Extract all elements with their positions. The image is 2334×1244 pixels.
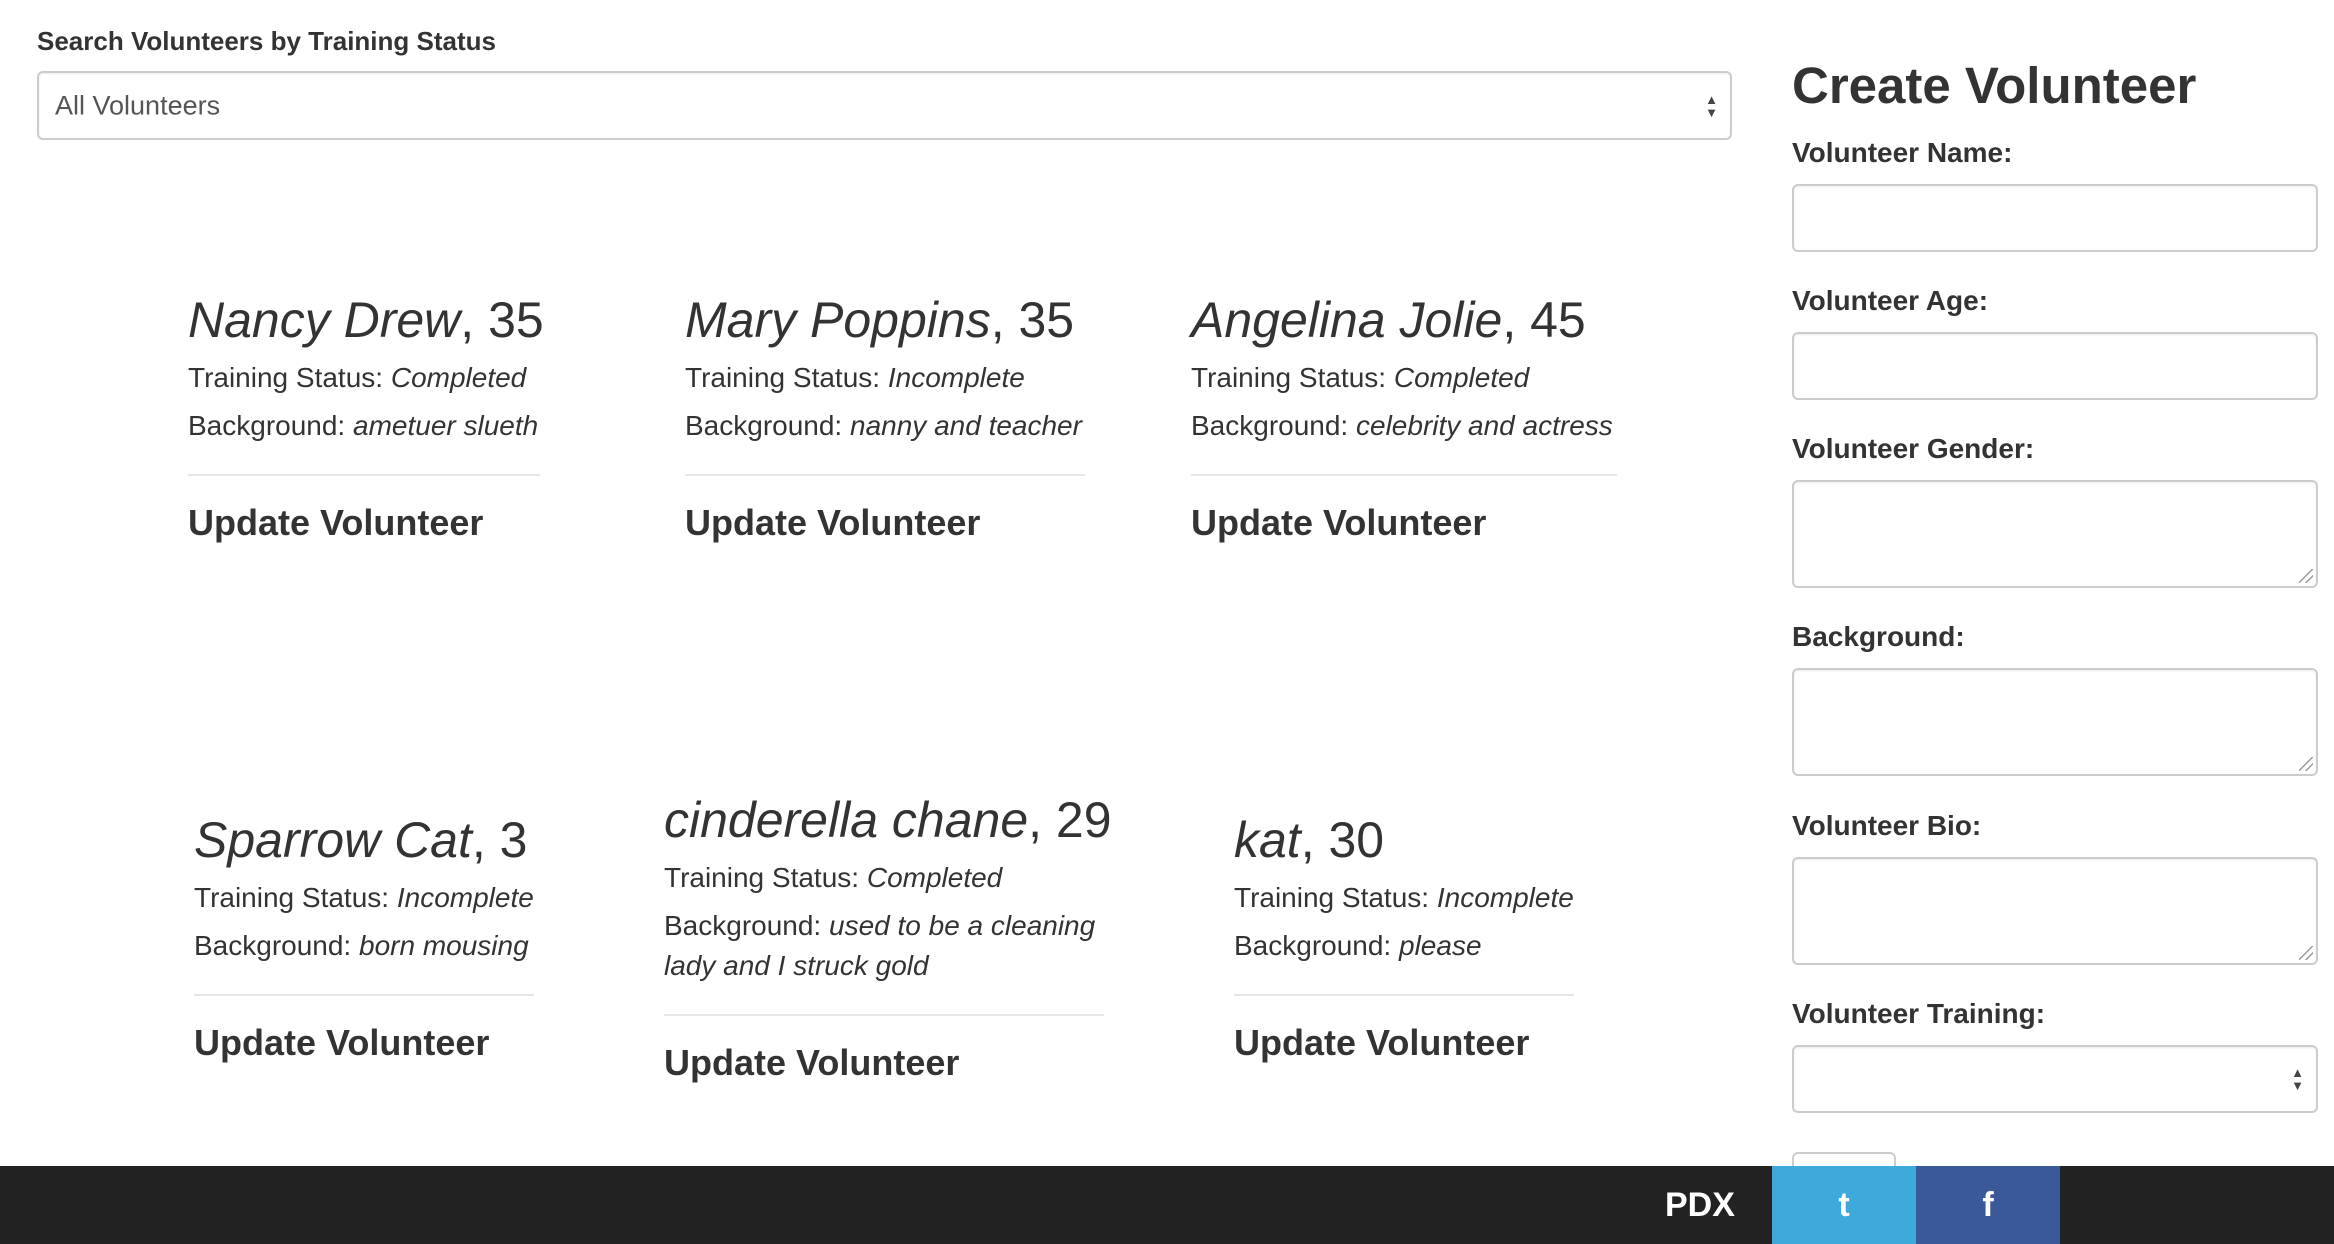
volunteer-age: , 30 — [1300, 812, 1385, 868]
volunteer-card: Angelina Jolie, 45 Training Status: Comp… — [1191, 290, 1617, 544]
background-value: born mousing — [359, 930, 529, 961]
card-divider — [664, 1014, 1104, 1016]
volunteer-card: Sparrow Cat, 3 Training Status: Incomple… — [194, 810, 534, 1064]
training-status-label: Training Status: — [188, 362, 384, 393]
training-status: Training Status: Completed — [188, 358, 540, 398]
training-status: Training Status: Incomplete — [685, 358, 1085, 398]
volunteer-card: Mary Poppins, 35 Training Status: Incomp… — [685, 290, 1085, 544]
background-value: please — [1399, 930, 1482, 961]
resize-handle-icon[interactable] — [2299, 757, 2313, 771]
volunteer-age: , 45 — [1502, 292, 1586, 348]
training-status-value: Completed — [866, 862, 1003, 893]
background: Background: nanny and teacher — [685, 406, 1085, 446]
volunteer-bio-label: Volunteer Bio: — [1792, 810, 1982, 841]
volunteer-age-input[interactable] — [1792, 332, 2318, 400]
volunteer-name-label: Volunteer Name: — [1792, 137, 2013, 168]
select-arrows-icon: ▲ ▼ — [1705, 91, 1718, 120]
background: Background: used to be a cleaning lady a… — [664, 906, 1104, 986]
background-value: nanny and teacher — [850, 410, 1082, 441]
background-label: Background: — [685, 410, 843, 441]
volunteer-bio-textarea[interactable] — [1792, 857, 2318, 965]
training-status: Training Status: Completed — [1191, 358, 1617, 398]
training-status-select[interactable]: All Volunteers ▲ ▼ — [37, 71, 1732, 140]
facebook-icon[interactable]: f — [1916, 1166, 2060, 1244]
volunteer-name-text: Angelina Jolie — [1191, 292, 1503, 348]
volunteer-card: Nancy Drew, 35 Training Status: Complete… — [188, 290, 544, 544]
volunteer-name-text: Mary Poppins — [685, 292, 991, 348]
volunteer-age-label: Volunteer Age: — [1792, 285, 1989, 316]
training-status-label: Training Status: — [1191, 362, 1387, 393]
volunteer-name: Nancy Drew, 35 — [188, 290, 544, 350]
update-volunteer-button[interactable]: Update Volunteer — [194, 1022, 534, 1064]
card-divider — [1234, 994, 1574, 996]
background-label: Background: — [1234, 930, 1392, 961]
training-status-label: Training Status: — [664, 862, 860, 893]
background-label: Background: — [194, 930, 352, 961]
volunteer-name: kat, 30 — [1234, 810, 1574, 870]
card-divider — [1191, 474, 1617, 476]
volunteer-training-select[interactable]: ▲ ▼ — [1792, 1045, 2318, 1113]
card-divider — [685, 474, 1085, 476]
volunteer-name-text: kat — [1234, 812, 1301, 868]
background-value: ametuer slueth — [353, 410, 539, 441]
card-divider — [188, 474, 540, 476]
background-label: Background: — [664, 910, 822, 941]
training-status-label: Training Status: — [1234, 882, 1430, 913]
volunteer-name-input[interactable] — [1792, 184, 2318, 252]
volunteer-gender-label: Volunteer Gender: — [1792, 433, 2035, 464]
resize-handle-icon[interactable] — [2299, 946, 2313, 960]
select-arrows-icon: ▲ ▼ — [2291, 1065, 2304, 1093]
twitter-icon[interactable]: t — [1772, 1166, 1916, 1244]
volunteer-age: , 29 — [1028, 792, 1112, 848]
volunteer-name-text: Nancy Drew — [188, 292, 461, 348]
volunteer-name: Mary Poppins, 35 — [685, 290, 1085, 350]
update-volunteer-button[interactable]: Update Volunteer — [685, 502, 1085, 544]
volunteer-name: cinderella chane, 29 — [664, 790, 1112, 850]
training-status-select-value: All Volunteers — [55, 90, 221, 120]
training-status-value: Incomplete — [396, 882, 534, 913]
resize-handle-icon[interactable] — [2299, 569, 2313, 583]
update-volunteer-button[interactable]: Update Volunteer — [188, 502, 540, 544]
footer-brand: PDX — [1665, 1186, 1735, 1224]
training-status: Training Status: Incomplete — [194, 878, 534, 918]
card-divider — [194, 994, 534, 996]
volunteer-age: , 35 — [990, 292, 1075, 348]
background-label: Background: — [188, 410, 346, 441]
create-volunteer-title: Create Volunteer — [1792, 57, 2197, 114]
training-status-label: Training Status: — [194, 882, 390, 913]
volunteer-age: , 35 — [460, 292, 544, 348]
volunteer-age: , 3 — [471, 812, 528, 868]
training-status-value: Completed — [1393, 362, 1530, 393]
training-status: Training Status: Completed — [664, 858, 1104, 898]
training-status-label: Training Status: — [685, 362, 881, 393]
update-volunteer-button[interactable]: Update Volunteer — [1234, 1022, 1574, 1064]
background-textarea[interactable] — [1792, 668, 2318, 776]
training-status-value: Completed — [390, 362, 527, 393]
volunteer-name: Angelina Jolie, 45 — [1191, 290, 1617, 350]
search-label: Search Volunteers by Training Status — [37, 26, 496, 56]
volunteer-name: Sparrow Cat, 3 — [194, 810, 534, 870]
footer: PDX t f — [0, 1166, 2334, 1244]
update-volunteer-button[interactable]: Update Volunteer — [1191, 502, 1617, 544]
background: Background: celebrity and actress — [1191, 406, 1617, 446]
background-value: celebrity and actress — [1356, 410, 1613, 441]
volunteer-training-label: Volunteer Training: — [1792, 998, 2046, 1029]
volunteer-name-text: cinderella chane — [664, 792, 1029, 848]
training-status-value: Incomplete — [887, 362, 1025, 393]
volunteer-name-text: Sparrow Cat — [194, 812, 472, 868]
volunteer-gender-textarea[interactable] — [1792, 480, 2318, 588]
training-status-value: Incomplete — [1436, 882, 1574, 913]
background-label: Background: — [1191, 410, 1349, 441]
volunteer-card: cinderella chane, 29 Training Status: Co… — [664, 790, 1112, 1084]
volunteer-card: kat, 30 Training Status: Incomplete Back… — [1234, 810, 1574, 1064]
background: Background: please — [1234, 926, 1574, 966]
update-volunteer-button[interactable]: Update Volunteer — [664, 1042, 1104, 1084]
background: Background: born mousing — [194, 926, 534, 966]
training-status: Training Status: Incomplete — [1234, 878, 1574, 918]
background: Background: ametuer slueth — [188, 406, 540, 446]
background-label: Background: — [1792, 621, 1965, 652]
